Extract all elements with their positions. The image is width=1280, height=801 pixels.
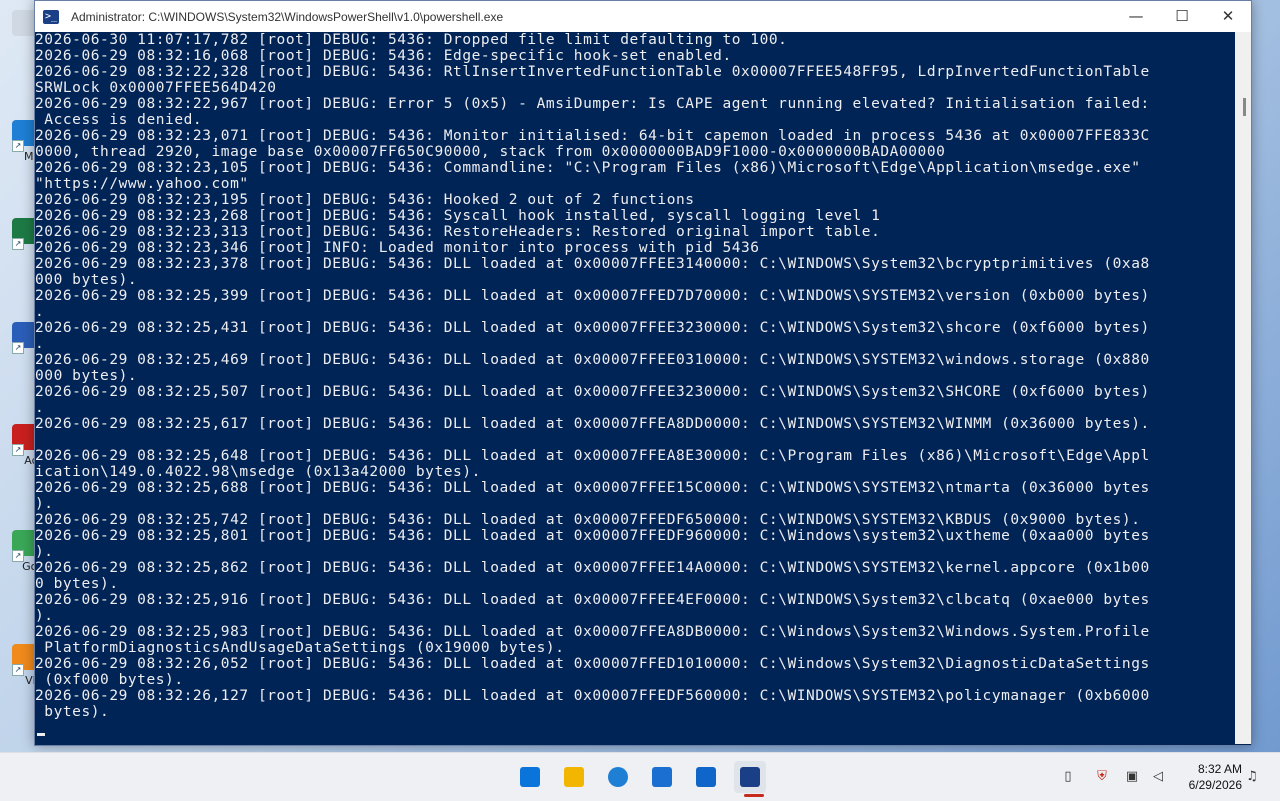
desktop-icon-excel[interactable]: ↗E (0, 214, 34, 270)
console-line: 2026-06-29 08:32:26,127 [root] DEBUG: 54… (35, 688, 1150, 704)
desktop-icon-label: Ad Acr (24, 454, 34, 467)
console-line: 2026-06-29 08:32:25,916 [root] DEBUG: 54… (35, 592, 1150, 608)
console-line: 2026-06-29 08:32:23,195 [root] DEBUG: 54… (35, 192, 695, 208)
console-line: 2026-06-29 08:32:25,742 [root] DEBUG: 54… (35, 512, 1141, 528)
desktop-icon-label: E (0, 248, 34, 261)
console-line: 2026-06-29 08:32:25,469 [root] DEBUG: 54… (35, 352, 1150, 368)
console-line: 2026-06-29 08:32:25,801 [root] DEBUG: 54… (35, 528, 1150, 544)
title-bar[interactable]: >_ Administrator: C:\WINDOWS\System32\Wi… (35, 1, 1251, 32)
microsoft-store-icon (652, 767, 672, 787)
console-line: 0 bytes). (35, 576, 119, 592)
console-line: 2026-06-29 08:32:23,346 [root] INFO: Loa… (35, 240, 760, 256)
console-line: . (35, 336, 45, 352)
console-line: (0xf000 bytes). (35, 672, 184, 688)
taskbar-microsoft-store-button[interactable] (646, 761, 678, 793)
powershell-icon (740, 767, 760, 787)
desktop-icon-label: Mic Ed (23, 150, 34, 163)
edge-icon (608, 767, 628, 787)
desktop-icon-vlc[interactable]: ↗VLC pl (0, 640, 34, 696)
powershell-window[interactable]: >_ Administrator: C:\WINDOWS\System32\Wi… (34, 0, 1252, 746)
console-line: ). (35, 608, 54, 624)
console-line: 2026-06-29 08:32:23,071 [root] DEBUG: 54… (35, 128, 1150, 144)
recycle-bin-icon (12, 10, 34, 36)
clock-time: 8:32 AM (1197, 762, 1242, 776)
clock[interactable]: 8:32 AM 6/29/2026 (1189, 761, 1242, 793)
desktop-icon-label: W (0, 352, 34, 365)
console-line: 2026-06-29 08:32:23,378 [root] DEBUG: 54… (35, 256, 1150, 272)
console-line: 2026-06-29 08:32:25,983 [root] DEBUG: 54… (35, 624, 1150, 640)
security-icon[interactable]: ⛨ (1094, 769, 1110, 785)
taskbar: ▯ ⛨ ▣ ◁ 8:32 AM 6/29/2026 ♫ (0, 752, 1280, 801)
active-indicator (744, 794, 764, 797)
minimize-button[interactable]: — (1113, 1, 1159, 32)
notification-icon[interactable]: ♫ (1244, 769, 1260, 785)
console-line: "https://www.yahoo.com" (35, 176, 249, 192)
console-line: 0000, thread 2920, image base 0x00007FF6… (35, 144, 946, 160)
console-line: 2026-06-29 08:32:22,967 [root] DEBUG: Er… (35, 96, 1150, 112)
desktop-icon-edge[interactable]: ↗Mic Ed (0, 116, 34, 172)
window-title: Administrator: C:\WINDOWS\System32\Windo… (71, 9, 504, 24)
console-output[interactable]: 2026-06-30 11:07:17,782 [root] DEBUG: 54… (35, 32, 1235, 744)
console-line: 2026-06-29 08:32:25,399 [root] DEBUG: 54… (35, 288, 1150, 304)
scrollbar[interactable] (1235, 32, 1251, 744)
console-line: ). (35, 496, 54, 512)
clock-date: 6/29/2026 (1188, 778, 1242, 792)
taskbar-powershell-button[interactable] (734, 761, 766, 797)
console-line: Access is denied. (35, 112, 203, 128)
console-line: 2026-06-29 08:32:26,052 [root] DEBUG: 54… (35, 656, 1150, 672)
text-cursor (37, 733, 45, 736)
console-line: 2026-06-29 08:32:23,268 [root] DEBUG: 54… (35, 208, 881, 224)
start-icon (520, 767, 540, 787)
console-line: 2026-06-30 11:07:17,782 [root] DEBUG: 54… (35, 32, 788, 48)
console-line: 000 bytes). (35, 368, 138, 384)
close-button[interactable]: ✕ (1205, 1, 1251, 32)
console-line: ication\149.0.4022.98\msedge (0x13a42000… (35, 464, 481, 480)
desktop-icon-word[interactable]: ↗W (0, 318, 34, 374)
console-line: 2026-06-29 08:32:25,862 [root] DEBUG: 54… (35, 560, 1150, 576)
taskbar-file-explorer-button[interactable] (558, 761, 590, 793)
desktop-icon-chrome[interactable]: ↗Go Chr (0, 526, 34, 582)
console-line: 2026-06-29 08:32:16,068 [root] DEBUG: 54… (35, 48, 732, 64)
console-line: SRWLock 0x00007FFEE564D420 (35, 80, 277, 96)
desktop-icon-label: VLC pl (25, 674, 34, 687)
powershell-icon: >_ (43, 9, 59, 24)
file-explorer-icon (564, 767, 584, 787)
desktop-icon-label: Recy (0, 40, 35, 53)
network-icon[interactable]: ▣ (1124, 769, 1140, 785)
console-line: bytes). (35, 704, 110, 720)
desktop-icon-recycle-bin[interactable]: Recy (0, 6, 34, 62)
taskbar-outlook-button[interactable] (690, 761, 722, 793)
console-line: 2026-06-29 08:32:23,105 [root] DEBUG: 54… (35, 160, 1141, 176)
console-line: 2026-06-29 08:32:25,648 [root] DEBUG: 54… (35, 448, 1150, 464)
console-line: . (35, 304, 45, 320)
console-line: 000 bytes). (35, 272, 138, 288)
console-line: 2026-06-29 08:32:25,431 [root] DEBUG: 54… (35, 320, 1150, 336)
taskbar-start-button[interactable] (514, 761, 546, 793)
console-line: 2026-06-29 08:32:22,328 [root] DEBUG: 54… (35, 64, 1150, 80)
console-line: . (35, 400, 45, 416)
console-line: 2026-06-29 08:32:25,507 [root] DEBUG: 54… (35, 384, 1150, 400)
desktop-icon-label: Go Chr (22, 560, 34, 573)
taskbar-edge-button[interactable] (602, 761, 634, 793)
console-line: 2026-06-29 08:32:25,617 [root] DEBUG: 54… (35, 416, 1150, 432)
console-line: ). (35, 544, 54, 560)
maximize-button[interactable]: ☐ (1159, 1, 1205, 32)
desktop-icon-acrobat[interactable]: ↗Ad Acr (0, 420, 34, 476)
usb-icon[interactable]: ▯ (1060, 769, 1076, 785)
console-line: PlatformDiagnosticsAndUsageDataSettings … (35, 640, 565, 656)
console-line: 2026-06-29 08:32:23,313 [root] DEBUG: 54… (35, 224, 881, 240)
outlook-icon (696, 767, 716, 787)
scrollbar-thumb[interactable] (1243, 98, 1246, 116)
console-line: 2026-06-29 08:32:25,688 [root] DEBUG: 54… (35, 480, 1150, 496)
volume-icon[interactable]: ◁ (1150, 769, 1166, 785)
